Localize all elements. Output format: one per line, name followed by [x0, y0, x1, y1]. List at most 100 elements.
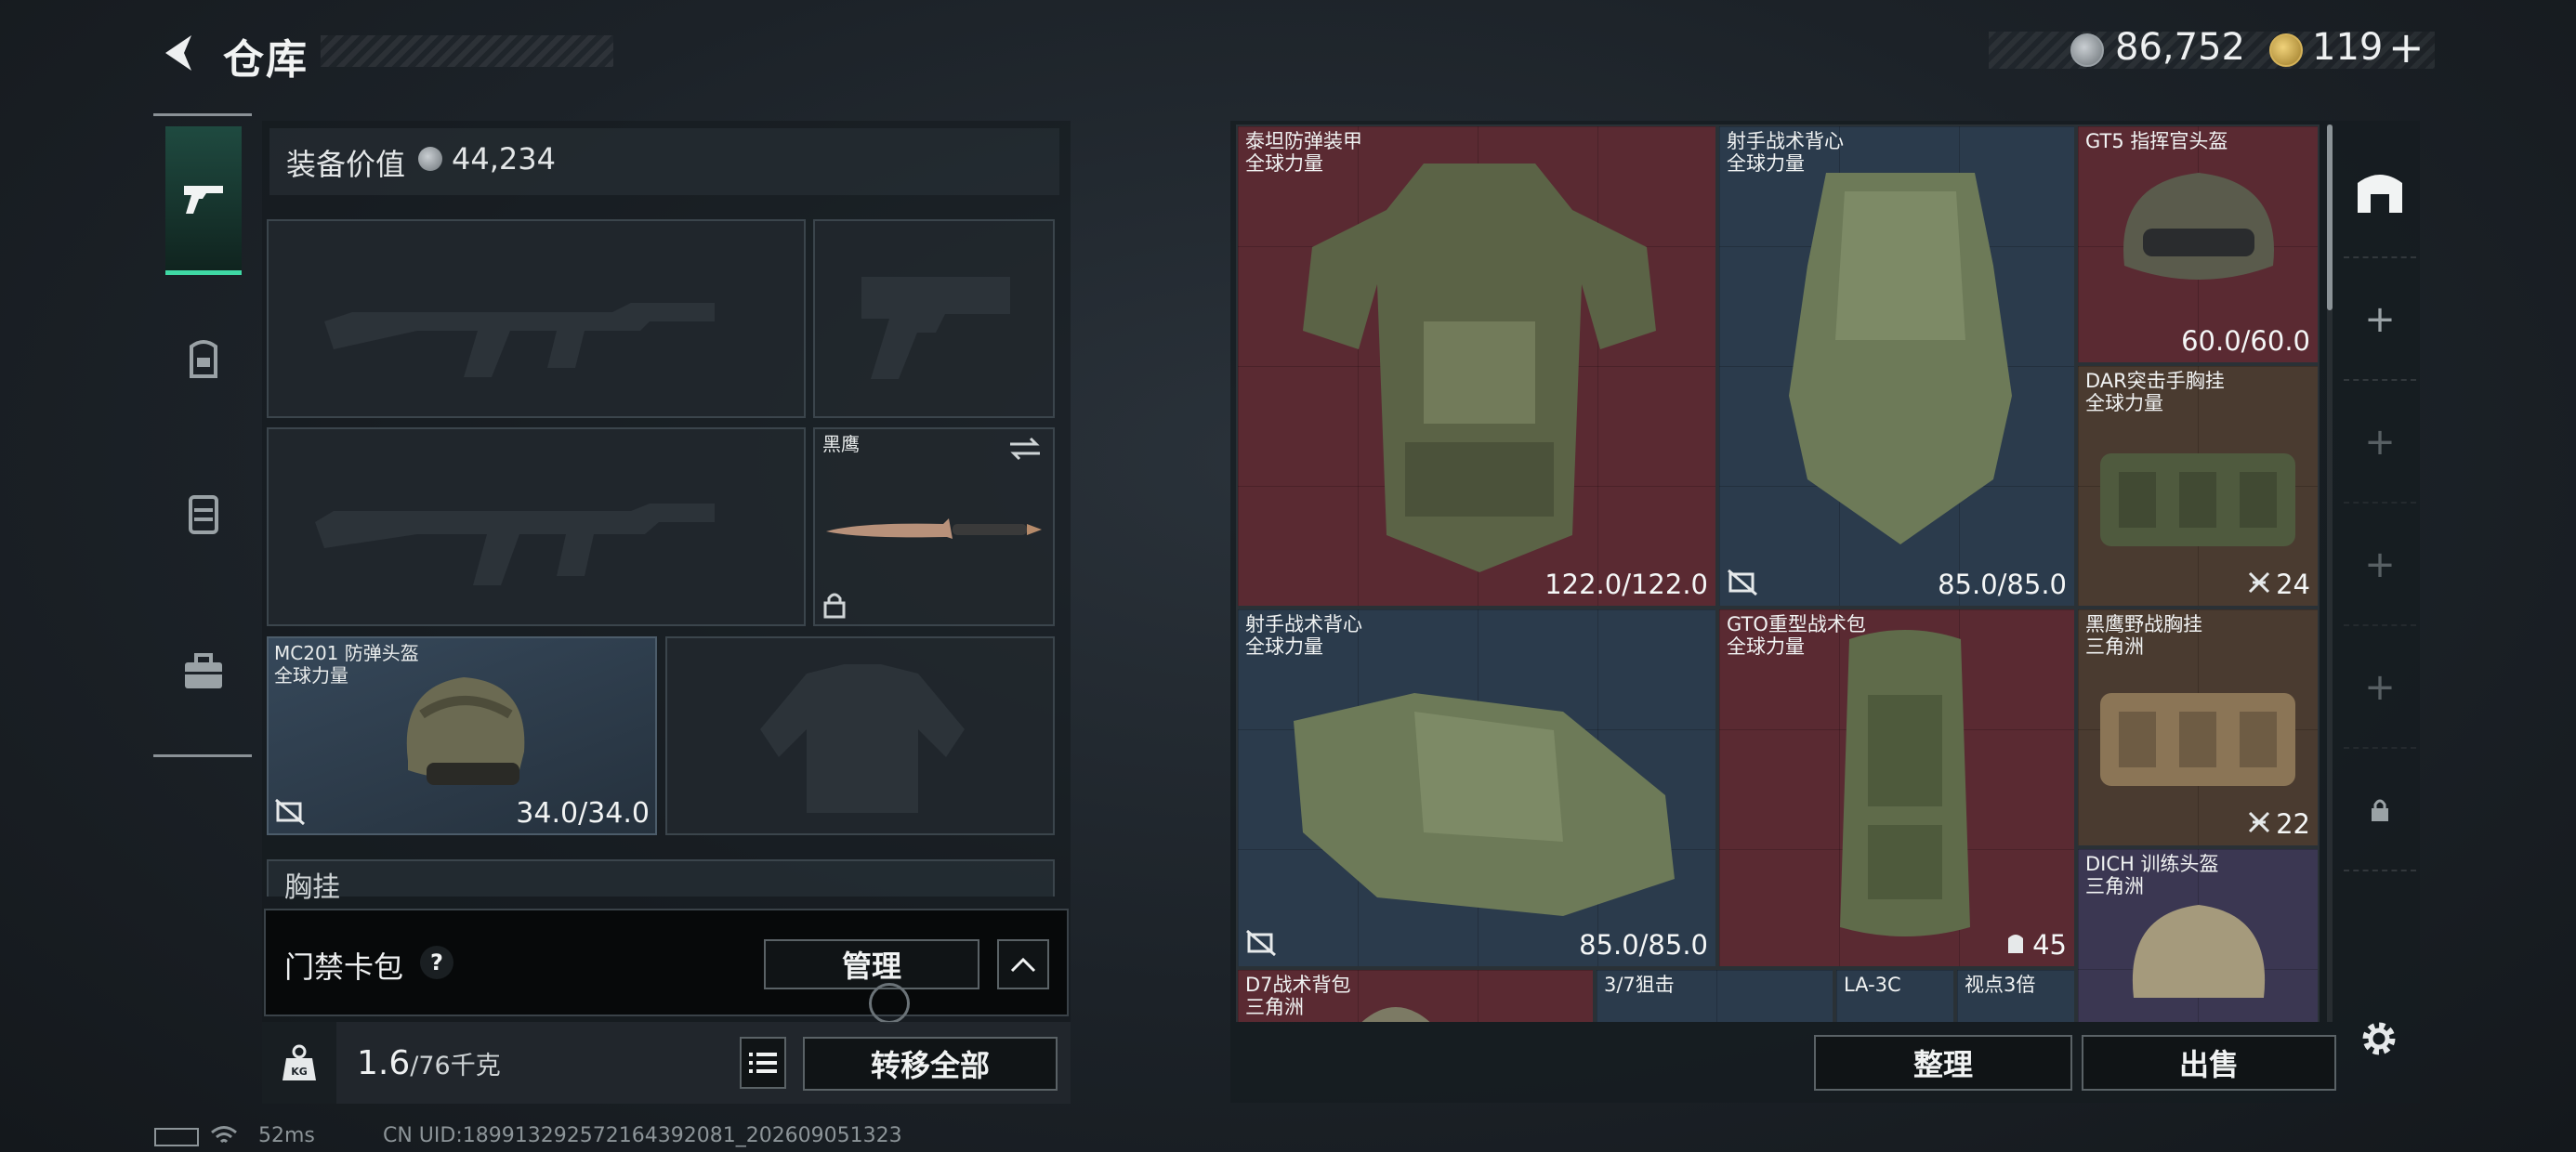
- vest-image: [1294, 693, 1675, 916]
- stash-item[interactable]: 3/7狙击: [1595, 968, 1834, 1022]
- lock-icon: [823, 593, 846, 619]
- ping-readout: 52ms: [258, 1124, 315, 1147]
- add-stash-tab-button[interactable]: +: [2344, 505, 2416, 626]
- stash-item[interactable]: 射手战术背心 全球力量 85.0/85.0: [1236, 608, 1717, 968]
- stash-item[interactable]: DAR突击手胸挂 全球力量 24: [2076, 364, 2320, 608]
- transfer-all-button[interactable]: 转移全部: [803, 1037, 1058, 1091]
- stash-item[interactable]: 视点3倍: [1955, 968, 2076, 1022]
- item-capacity: 22: [2276, 808, 2310, 840]
- sell-button[interactable]: 出售: [2082, 1035, 2336, 1091]
- backpack-icon: [184, 337, 223, 380]
- uid-readout: CN UID:18991329257216439208​1_2026090513…: [383, 1124, 902, 1147]
- organize-button[interactable]: 整理: [1814, 1035, 2072, 1091]
- warehouse-icon: [2358, 175, 2402, 213]
- stash-item[interactable]: 泰坦防弹装甲 全球力量 122.0/122.0: [1236, 124, 1717, 608]
- locked-stash-tab[interactable]: [2344, 751, 2416, 871]
- swap-icon[interactable]: [1006, 435, 1044, 463]
- silver-coin-icon: [418, 147, 442, 171]
- item-capacity: 45: [2032, 929, 2067, 961]
- title-decoration: [321, 35, 613, 67]
- settings-gear-icon[interactable]: [2357, 1016, 2401, 1061]
- add-stash-tab-button[interactable]: +: [2344, 628, 2416, 749]
- item-region: 全球力量: [1245, 635, 1323, 658]
- armor-silhouette-icon: [760, 664, 965, 813]
- item-name: 视点3倍: [1965, 974, 2036, 996]
- silver-coin-icon: [2070, 33, 2104, 67]
- nav-tab-backpack[interactable]: [165, 321, 242, 397]
- chest-rig-label: 胸挂: [284, 871, 340, 904]
- add-stash-tab-button[interactable]: +: [2344, 383, 2416, 504]
- capacity-icon: [2248, 811, 2270, 833]
- stash-item[interactable]: GT5 指挥官头盔 60.0/60.0: [2076, 124, 2320, 364]
- helmet-slot[interactable]: MC201 防弹头盔 全球力量 34.0/34.0: [267, 636, 657, 835]
- secondary-weapon-slot[interactable]: [813, 219, 1055, 418]
- weight-current: 1.6: [357, 1044, 411, 1082]
- no-repair-icon: [1728, 569, 1757, 596]
- item-region: 全球力量: [2085, 392, 2163, 414]
- item-capacity: 24: [2276, 569, 2310, 600]
- nav-tab-vest[interactable]: [165, 476, 242, 552]
- chest-rig-image: [2100, 453, 2295, 546]
- no-repair-icon: [275, 798, 305, 826]
- melee-slot[interactable]: 黑鹰: [813, 427, 1055, 626]
- manage-button[interactable]: 管理: [764, 939, 979, 989]
- stash-tab-main[interactable]: [2344, 130, 2416, 258]
- primary-weapon-slot[interactable]: [267, 219, 806, 418]
- melee-name: 黑鹰: [822, 433, 860, 455]
- stash-item[interactable]: 黑鹰野战胸挂 三角洲 22: [2076, 608, 2320, 847]
- helmet-image: [406, 677, 525, 785]
- item-name: GT5 指挥官头盔: [2085, 130, 2228, 152]
- list-view-button[interactable]: [740, 1037, 786, 1089]
- collapse-button[interactable]: [997, 939, 1049, 989]
- stash-item[interactable]: D7战术背包 三角洲: [1236, 968, 1595, 1022]
- armor-slot[interactable]: [665, 636, 1055, 835]
- knife-image: [826, 518, 1042, 539]
- weight-readout: 1.6/76千克: [357, 1044, 501, 1082]
- stash-scrollbar[interactable]: [2327, 124, 2333, 310]
- list-icon: [749, 1053, 777, 1073]
- rifle-silhouette-icon: [324, 303, 715, 377]
- secondary-rifle-slot[interactable]: [267, 427, 806, 626]
- helmet-image: [2123, 173, 2274, 280]
- item-durability: 85.0/85.0: [1938, 569, 2067, 600]
- silver-amount: 86,752: [2115, 26, 2245, 69]
- nav-tab-weapons[interactable]: [165, 126, 242, 275]
- item-region: 三角洲: [1245, 996, 1304, 1018]
- nav-tab-case[interactable]: [165, 634, 242, 710]
- chest-rig-slot-header[interactable]: [267, 859, 1055, 897]
- item-durability: 60.0/60.0: [2181, 325, 2310, 357]
- nav-divider-bottom: [153, 754, 252, 757]
- item-durability: 85.0/85.0: [1579, 929, 1708, 961]
- svg-text:KG: KG: [291, 1066, 308, 1078]
- item-region: 全球力量: [1727, 635, 1805, 658]
- vest-image: [1789, 173, 2012, 544]
- item-name: D7战术背包: [1245, 974, 1351, 996]
- briefcase-icon: [181, 653, 226, 690]
- gold-coin-icon: [2269, 33, 2303, 67]
- add-stash-tab-button[interactable]: +: [2344, 260, 2416, 381]
- keycard-help-icon[interactable]: ?: [420, 946, 453, 979]
- capacity-icon: [2248, 571, 2270, 594]
- pistol-silhouette-icon: [861, 277, 1010, 379]
- stash-item[interactable]: 射手战术背心 全球力量 85.0/85.0: [1717, 124, 2076, 608]
- scroll-handle[interactable]: [869, 983, 910, 1024]
- helmet-image: [2132, 905, 2266, 998]
- add-gold-button[interactable]: +: [2388, 22, 2425, 72]
- chevron-up-icon: [1010, 957, 1036, 973]
- item-name: 黑鹰野战胸挂: [2085, 613, 2202, 635]
- vest-icon: [185, 491, 222, 536]
- stash-item[interactable]: GTO重型战术包 全球力量 45: [1717, 608, 2076, 968]
- chest-rig-image: [2100, 693, 2295, 786]
- weight-max: /76千克: [410, 1052, 501, 1080]
- stash-item[interactable]: LA-3C: [1834, 968, 1955, 1022]
- armor-image: [1303, 164, 1656, 572]
- equipment-value-label: 装备价值: [286, 147, 406, 182]
- equipment-value-amount: 44,234: [452, 141, 556, 177]
- wifi-icon: [211, 1126, 237, 1144]
- back-arrow-icon[interactable]: [156, 30, 203, 76]
- helmet-region: 全球力量: [274, 664, 348, 687]
- gold-amount: 119: [2312, 26, 2384, 69]
- item-name: LA-3C: [1844, 974, 1901, 996]
- stash-item[interactable]: DICH 训练头盔 三角洲: [2076, 847, 2320, 1022]
- item-name: DAR突击手胸挂: [2085, 370, 2225, 392]
